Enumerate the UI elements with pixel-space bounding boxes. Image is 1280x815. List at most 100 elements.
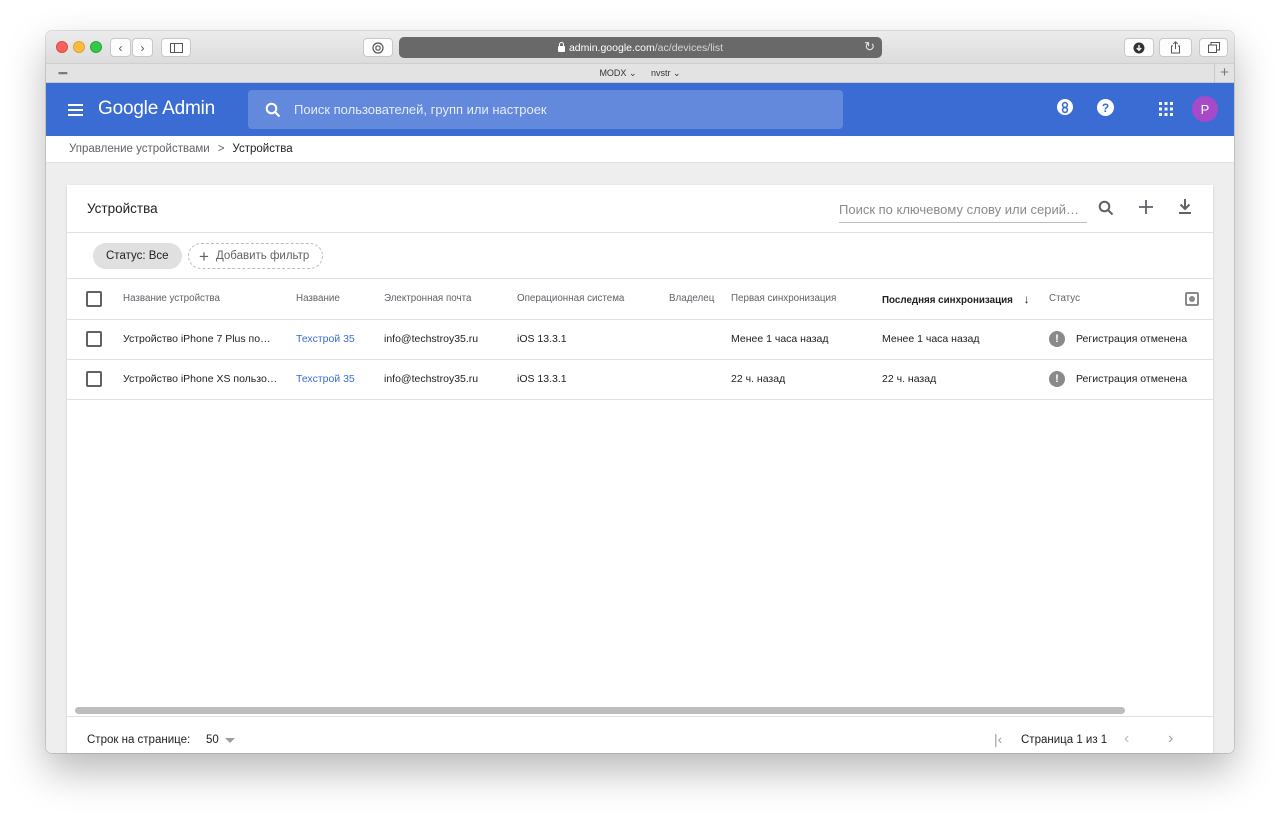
col-last-sync[interactable]: Последняя синхронизация ↓ <box>882 279 1049 320</box>
rows-per-page-select[interactable]: 50 <box>206 734 219 746</box>
downloads-button[interactable] <box>1124 38 1154 57</box>
sidebar-toggle-button[interactable] <box>161 38 191 57</box>
avatar[interactable]: P <box>1192 96 1218 122</box>
add-filter-label: Добавить фильтр <box>215 250 310 262</box>
select-all-cell <box>67 279 123 320</box>
back-button[interactable]: ‹ <box>110 38 131 57</box>
cell-os: iOS 13.3.1 <box>517 319 669 360</box>
cell-os: iOS 13.3.1 <box>517 359 669 400</box>
favorite-modx[interactable]: MODX ⌄ <box>599 68 636 78</box>
tabs-icon <box>1207 42 1220 53</box>
support-icon[interactable] <box>1057 99 1073 115</box>
first-page-icon[interactable]: |‹ <box>994 731 1002 747</box>
warning-icon: ! <box>1049 371 1065 387</box>
rows-per-page-label: Строк на странице: <box>87 734 191 746</box>
filter-bar: Статус: Все + Добавить фильтр <box>67 232 1213 279</box>
share-icon <box>1171 41 1180 54</box>
cell-last-sync: 22 ч. назад <box>882 359 1049 400</box>
select-all-checkbox[interactable] <box>86 290 102 307</box>
dropdown-caret-icon[interactable] <box>225 738 235 743</box>
address-host: admin.google.com <box>568 41 655 54</box>
lock-icon <box>557 41 565 52</box>
row-select-cell <box>67 359 123 400</box>
chevron-left-icon: ‹ <box>118 40 123 55</box>
hamburger-menu-icon[interactable] <box>68 104 83 116</box>
devices-card: Устройства Статус: Все + Добавить фильтр… <box>67 185 1213 753</box>
help-icon[interactable]: ? <box>1097 99 1114 116</box>
cell-owner <box>669 319 731 360</box>
add-filter-button[interactable]: + Добавить фильтр <box>188 243 324 269</box>
row-select-cell <box>67 319 123 360</box>
close-window-button[interactable] <box>56 41 68 53</box>
col-settings <box>1185 279 1213 320</box>
devices-table: Название устройства Название Электронная… <box>67 279 1213 400</box>
browser-toolbar: ‹ › admin.google.com/ac/devices/list ↻ <box>46 31 1234 63</box>
zoom-window-button[interactable] <box>90 41 102 53</box>
col-os[interactable]: Операционная система <box>517 279 669 320</box>
search-icon <box>265 102 281 118</box>
download-icon[interactable] <box>1178 199 1192 215</box>
search-icon[interactable] <box>1098 200 1114 216</box>
address-bar[interactable]: admin.google.com/ac/devices/list ↻ <box>399 37 882 58</box>
share-button[interactable] <box>1159 38 1192 57</box>
cell-email: info@techstroy35.ru <box>384 319 517 360</box>
col-email[interactable]: Электронная почта <box>384 279 517 320</box>
cell-first-sync: Менее 1 часа назад <box>731 319 882 360</box>
next-page-icon[interactable]: › <box>1168 730 1173 748</box>
apps-grid-icon[interactable] <box>1159 102 1173 116</box>
sidebar-icon <box>169 42 183 53</box>
keyword-search-input[interactable] <box>839 202 1087 217</box>
privacy-button[interactable] <box>363 38 393 57</box>
breadcrumb-separator: > <box>217 143 225 155</box>
main-content: Устройства Статус: Все + Добавить фильтр… <box>46 163 1234 753</box>
cell-owner <box>669 359 731 400</box>
status-text: Регистрация отменена <box>1076 332 1188 345</box>
status-filter-chip[interactable]: Статус: Все <box>93 243 182 269</box>
table-row[interactable]: Устройство iPhone XS пользо… Техстрой 35… <box>67 359 1213 400</box>
table-row[interactable]: Устройство iPhone 7 Plus по… Техстрой 35… <box>67 319 1213 360</box>
col-device-name[interactable]: Название устройства <box>123 279 296 320</box>
cell-status: ! Регистрация отменена <box>1049 319 1213 360</box>
svg-text:?: ? <box>1102 101 1109 115</box>
table-header-row: Название устройства Название Электронная… <box>67 279 1213 320</box>
reload-icon[interactable]: ↻ <box>864 39 875 55</box>
chevron-right-icon: › <box>140 40 145 55</box>
app-header: Google Admin ? P <box>46 83 1234 136</box>
new-tab-button[interactable]: + <box>1214 63 1234 83</box>
cell-status: ! Регистрация отменена <box>1049 359 1213 400</box>
row-checkbox[interactable] <box>86 371 102 387</box>
row-checkbox[interactable] <box>86 331 102 347</box>
breadcrumb-current: Устройства <box>232 143 293 155</box>
horizontal-scrollbar[interactable] <box>75 707 1125 714</box>
app-logo[interactable]: Google Admin <box>98 98 215 120</box>
minimize-window-button[interactable] <box>73 41 85 53</box>
cell-name-link[interactable]: Техстрой 35 <box>296 319 384 360</box>
cell-email: info@techstroy35.ru <box>384 359 517 400</box>
col-status[interactable]: Статус <box>1049 279 1185 320</box>
cell-last-sync: Менее 1 часа назад <box>882 319 1049 360</box>
forward-button[interactable]: › <box>132 38 153 57</box>
cell-first-sync: 22 ч. назад <box>731 359 882 400</box>
cell-name-link[interactable]: Техстрой 35 <box>296 359 384 400</box>
page-indicator: Страница 1 из 1 <box>1021 734 1108 746</box>
cell-device[interactable]: Устройство iPhone XS пользо… <box>123 359 296 400</box>
column-settings-icon[interactable] <box>1185 291 1199 306</box>
tabs-overview-button[interactable] <box>1199 38 1228 57</box>
pagination-footer: Строк на странице: 50 |‹ Страница 1 из 1… <box>67 716 1213 753</box>
admin-search[interactable] <box>248 90 843 129</box>
breadcrumb-parent[interactable]: Управление устройствами <box>69 143 210 155</box>
col-name[interactable]: Название <box>296 279 384 320</box>
add-icon[interactable] <box>1139 200 1153 214</box>
favorite-nvstr[interactable]: nvstr ⌄ <box>651 68 681 78</box>
status-text: Регистрация отменена <box>1076 372 1188 385</box>
col-owner[interactable]: Владелец <box>669 279 731 320</box>
address-path: /ac/devices/list <box>654 41 724 54</box>
browser-window: ‹ › admin.google.com/ac/devices/list ↻ ▪… <box>46 31 1234 753</box>
admin-search-input[interactable] <box>294 90 824 129</box>
cell-device[interactable]: Устройство iPhone 7 Plus по… <box>123 319 296 360</box>
keyword-search[interactable] <box>839 201 1087 223</box>
previous-page-icon[interactable]: ‹ <box>1124 730 1129 748</box>
col-last-sync-label: Последняя синхронизация <box>882 294 1013 306</box>
sort-arrow-icon: ↓ <box>1023 291 1030 306</box>
col-first-sync[interactable]: Первая синхронизация <box>731 279 882 320</box>
